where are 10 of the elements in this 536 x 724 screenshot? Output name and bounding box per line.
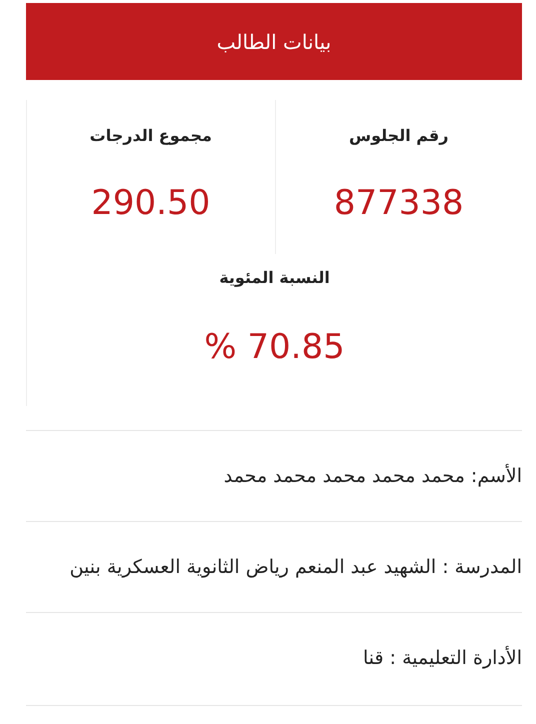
detail-text: المدرسة : الشهيد عبد المنعم رياض الثانوية العسكرية بنين (70, 555, 522, 580)
detail-text: الأدارة التعليمية : قنا (362, 644, 522, 671)
percentage-label: النسبة المئوية (219, 268, 330, 287)
percentage-value: % 70.85 (204, 327, 345, 367)
header-title: بيانات الطالب (216, 30, 332, 54)
stat-label: مجموع الدرجات (90, 126, 212, 145)
stat-label: رقم الجلوس (349, 126, 448, 145)
detail-text: الأسم: محمد محمد محمد محمد محمد (224, 462, 522, 489)
stat-value: 877338 (334, 183, 464, 223)
stat-value: 290.50 (91, 183, 210, 223)
